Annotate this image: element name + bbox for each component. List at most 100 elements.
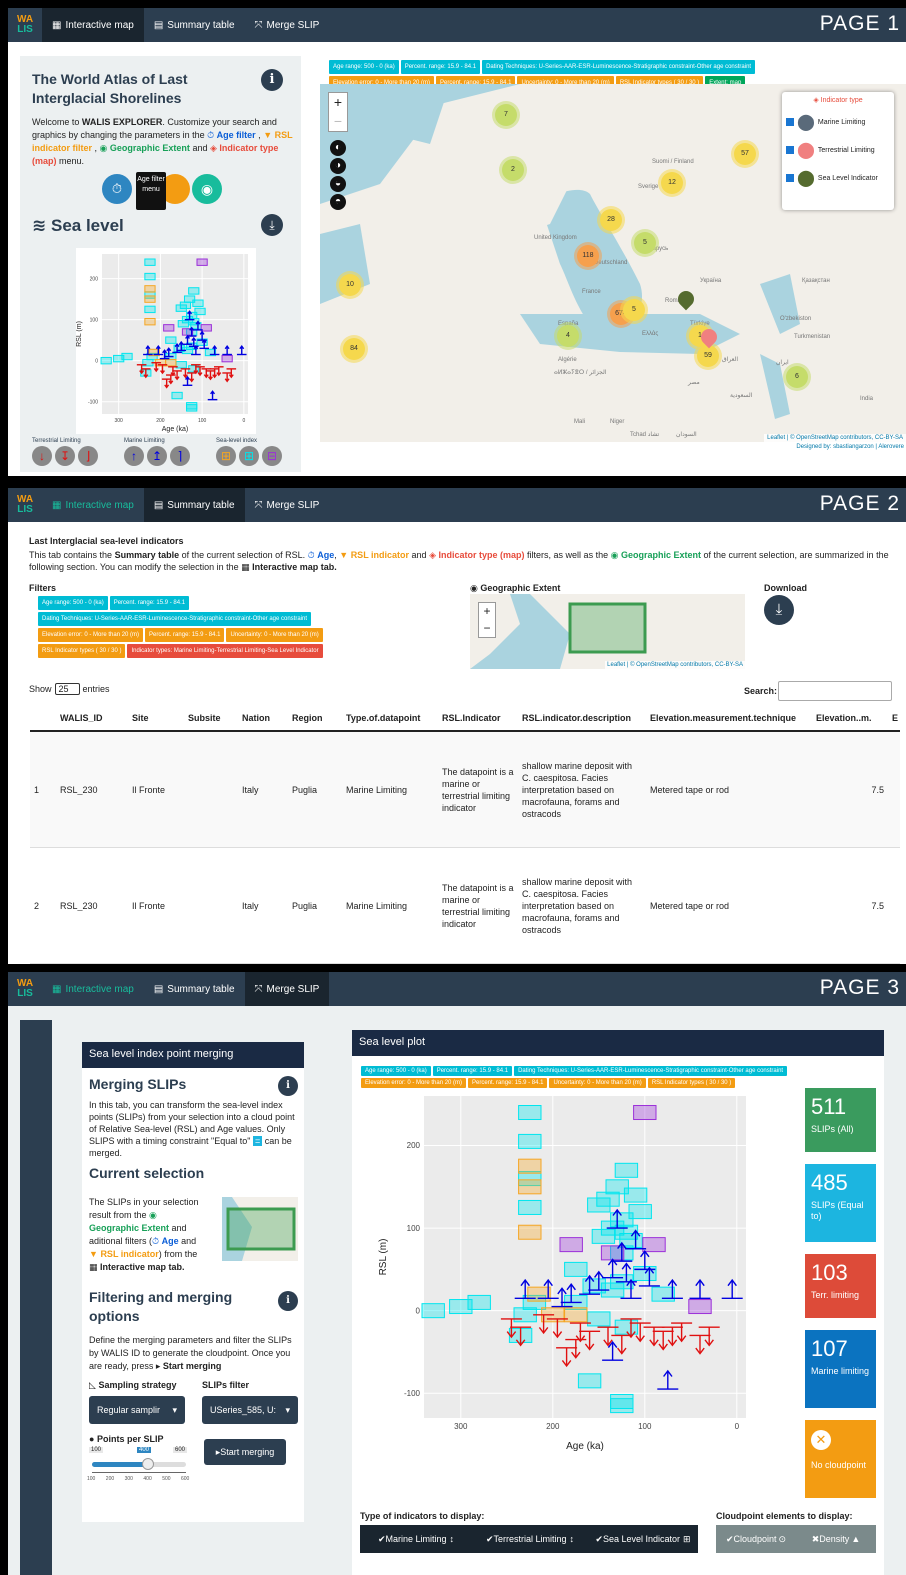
table-row[interactable]: 1 RSL_230 Il Fronte Italy Puglia Marine …	[30, 732, 900, 848]
terrestrial-arrow-icon[interactable]: ↓	[32, 446, 52, 466]
zoom-in-button[interactable]: +	[479, 603, 495, 620]
toggle-density[interactable]: ✖ Density ▲	[796, 1525, 876, 1553]
map-cluster[interactable]: 5	[634, 232, 656, 254]
tab-interactive-map[interactable]: ▦ Interactive map	[42, 488, 144, 522]
tab-summary-table[interactable]: ▤ Summary table	[143, 488, 245, 522]
table-row[interactable]: 2 RSL_230 Il Fronte Italy Puglia Marine …	[30, 848, 900, 964]
globe-icon[interactable]: ◑	[330, 158, 346, 174]
sli-legend-icons: ⊞ ⊞ ⊟	[216, 446, 282, 466]
col-rsl-indicator[interactable]: RSL.Indicator	[438, 713, 518, 723]
slider-tick-label: 100	[87, 1476, 96, 1482]
col-elevation[interactable]: Elevation..m.	[812, 713, 888, 723]
tab-merge-slip[interactable]: ⤧ Merge SLIP	[245, 488, 330, 522]
terrestrial-bar-icon[interactable]: ⌋	[78, 446, 98, 466]
designed-by[interactable]: Designed by: sbastiangarzon | Alerovere	[796, 444, 904, 450]
x-tick-label: 100	[198, 418, 207, 424]
map-attribution[interactable]: Leaflet | © OpenStreetMap contributors, …	[605, 661, 745, 669]
marine-arrow-icon[interactable]: ↑	[124, 446, 144, 466]
col-site[interactable]: Site	[128, 713, 184, 723]
map-cluster[interactable]: 7	[495, 104, 517, 126]
y-tick-label: 0	[416, 1306, 421, 1315]
marine-arrow-icon[interactable]: ↥	[147, 446, 167, 466]
map-cluster[interactable]: 2	[502, 159, 524, 181]
map-cluster[interactable]: 5	[623, 299, 645, 321]
col-region[interactable]: Region	[288, 713, 342, 723]
map-cluster[interactable]: 118	[577, 245, 599, 267]
terrestrial-arrow-icon[interactable]: ↧	[55, 446, 75, 466]
col-elevation-technique[interactable]: Elevation.measurement.technique	[646, 713, 812, 723]
panel-header: Sea level index point merging	[82, 1042, 304, 1068]
slips-filter-label: SLIPs filter	[202, 1380, 250, 1390]
filter-badge: Elevation error: 0 - More than 20 (m)	[38, 628, 144, 642]
col-subsite[interactable]: Subsite	[184, 713, 238, 723]
zoom-out-button[interactable]: −	[479, 620, 495, 637]
slider-tick-label: 500	[162, 1476, 171, 1482]
zoom-in-button[interactable]: +	[329, 93, 347, 112]
checkbox-icon[interactable]	[786, 146, 794, 154]
entries-control: Show 25 entries	[29, 683, 110, 695]
toggle-cloudpoint[interactable]: ✔ Cloudpoint ⊙	[716, 1525, 796, 1553]
start-merging-button[interactable]: ▸ Start merging	[204, 1439, 286, 1465]
geo-extent-button[interactable]: ◉	[192, 174, 222, 204]
legend-item-sli[interactable]: ⬤ Sea Level Indicator	[786, 168, 890, 188]
toggle-marine-limiting[interactable]: ✔ Marine Limiting ↕	[360, 1525, 472, 1553]
globe-icon[interactable]: ◐	[330, 140, 346, 156]
col-type[interactable]: Type.of.datapoint	[342, 713, 438, 723]
search-input[interactable]	[778, 681, 892, 701]
tab-interactive-map[interactable]: ▦ Interactive map	[42, 972, 144, 1006]
sli-box-icon[interactable]: ⊟	[262, 446, 282, 466]
slips-filter-select[interactable]: USeries_585, U: ▾	[202, 1396, 298, 1424]
tab-summary-table[interactable]: ▤ Summary table	[144, 8, 245, 42]
world-map[interactable]: + − ◐ ◑ ◒ ◓ Suomi / Finland Sverige United …	[320, 84, 906, 442]
tab-merge-slip[interactable]: ⤧ Merge SLIP	[244, 972, 330, 1006]
sea-level-index-point	[518, 1199, 542, 1215]
sli-box-icon[interactable]: ⊞	[216, 446, 236, 466]
info-icon[interactable]: i	[278, 1291, 298, 1311]
globe-icon[interactable]: ◓	[330, 194, 346, 210]
age-filter-button[interactable]: ⏱	[102, 174, 132, 204]
map-cluster[interactable]: 4	[557, 325, 579, 347]
download-button[interactable]: ⤓	[764, 595, 794, 625]
map-cluster[interactable]: 6	[786, 366, 808, 388]
map-cluster[interactable]: 10	[339, 274, 361, 296]
map-cluster[interactable]: 12	[661, 172, 683, 194]
globe-icon[interactable]: ◒	[330, 176, 346, 192]
walis-logo[interactable]: WA LIS	[8, 8, 42, 42]
tab-summary-table[interactable]: ▤ Summary table	[144, 972, 245, 1006]
col-nation[interactable]: Nation	[238, 713, 288, 723]
legend-item-marine[interactable]: ⬤ Marine Limiting	[786, 112, 890, 132]
col-extra[interactable]: E	[888, 713, 900, 723]
sea-level-plot[interactable]: 300 200 100 0 200 100 0 -100 Age (ka) RSL (m)	[378, 1092, 758, 1452]
map-attribution[interactable]: Leaflet | © OpenStreetMap contributors, …	[764, 434, 906, 442]
walis-logo[interactable]: WA LIS	[8, 972, 42, 1006]
col-rsl-description[interactable]: RSL.indicator.description	[518, 713, 646, 723]
info-icon[interactable]: i	[261, 69, 283, 91]
extent-map[interactable]: + − Leaflet | © OpenStreetMap contributor…	[470, 594, 745, 669]
map-cluster[interactable]: 84	[343, 338, 365, 360]
download-icon[interactable]: ⤓	[261, 214, 283, 236]
toggle-terrestrial-limiting[interactable]: ✔ Terrestrial Limiting ↕	[472, 1525, 588, 1553]
sea-level-index-point	[165, 336, 177, 344]
checkbox-icon[interactable]	[786, 174, 794, 182]
zoom-out-button[interactable]: −	[329, 112, 347, 131]
sampling-select[interactable]: Regular samplir ▾	[89, 1396, 185, 1424]
walis-logo[interactable]: WA LIS	[8, 488, 42, 522]
entries-select[interactable]: 25	[54, 683, 80, 695]
checkbox-icon[interactable]	[786, 118, 794, 126]
legend-title: ◈ Indicator type	[813, 97, 863, 104]
sli-box-icon[interactable]: ⊞	[239, 446, 259, 466]
info-icon[interactable]: i	[278, 1076, 298, 1096]
sea-level-index-point	[421, 1303, 445, 1319]
sea-level-index-point	[100, 356, 112, 365]
toggle-sea-level-indicator[interactable]: ✔ Sea Level Indicator ⊞	[588, 1525, 698, 1553]
marine-bar-icon[interactable]: ⌉	[170, 446, 190, 466]
map-cluster[interactable]: 28	[600, 209, 622, 231]
tab-merge-slip[interactable]: ⤧ Merge SLIP	[245, 8, 330, 42]
points-slider[interactable]: 100 400 600 100 200 300 400 500 600	[87, 1447, 189, 1487]
col-walis-id[interactable]: WALIS_ID	[56, 713, 128, 723]
map-cluster[interactable]: 57	[734, 143, 756, 165]
tab-interactive-map[interactable]: ▦ Interactive map	[42, 8, 144, 42]
page-description: This tab contains the Summary table of t…	[29, 550, 889, 572]
filter-badge: Dating Techniques: U-Series-AAR-ESR-Lumi…	[38, 612, 312, 626]
legend-item-terrestrial[interactable]: ⬤ Terrestrial Limiting	[786, 140, 890, 160]
